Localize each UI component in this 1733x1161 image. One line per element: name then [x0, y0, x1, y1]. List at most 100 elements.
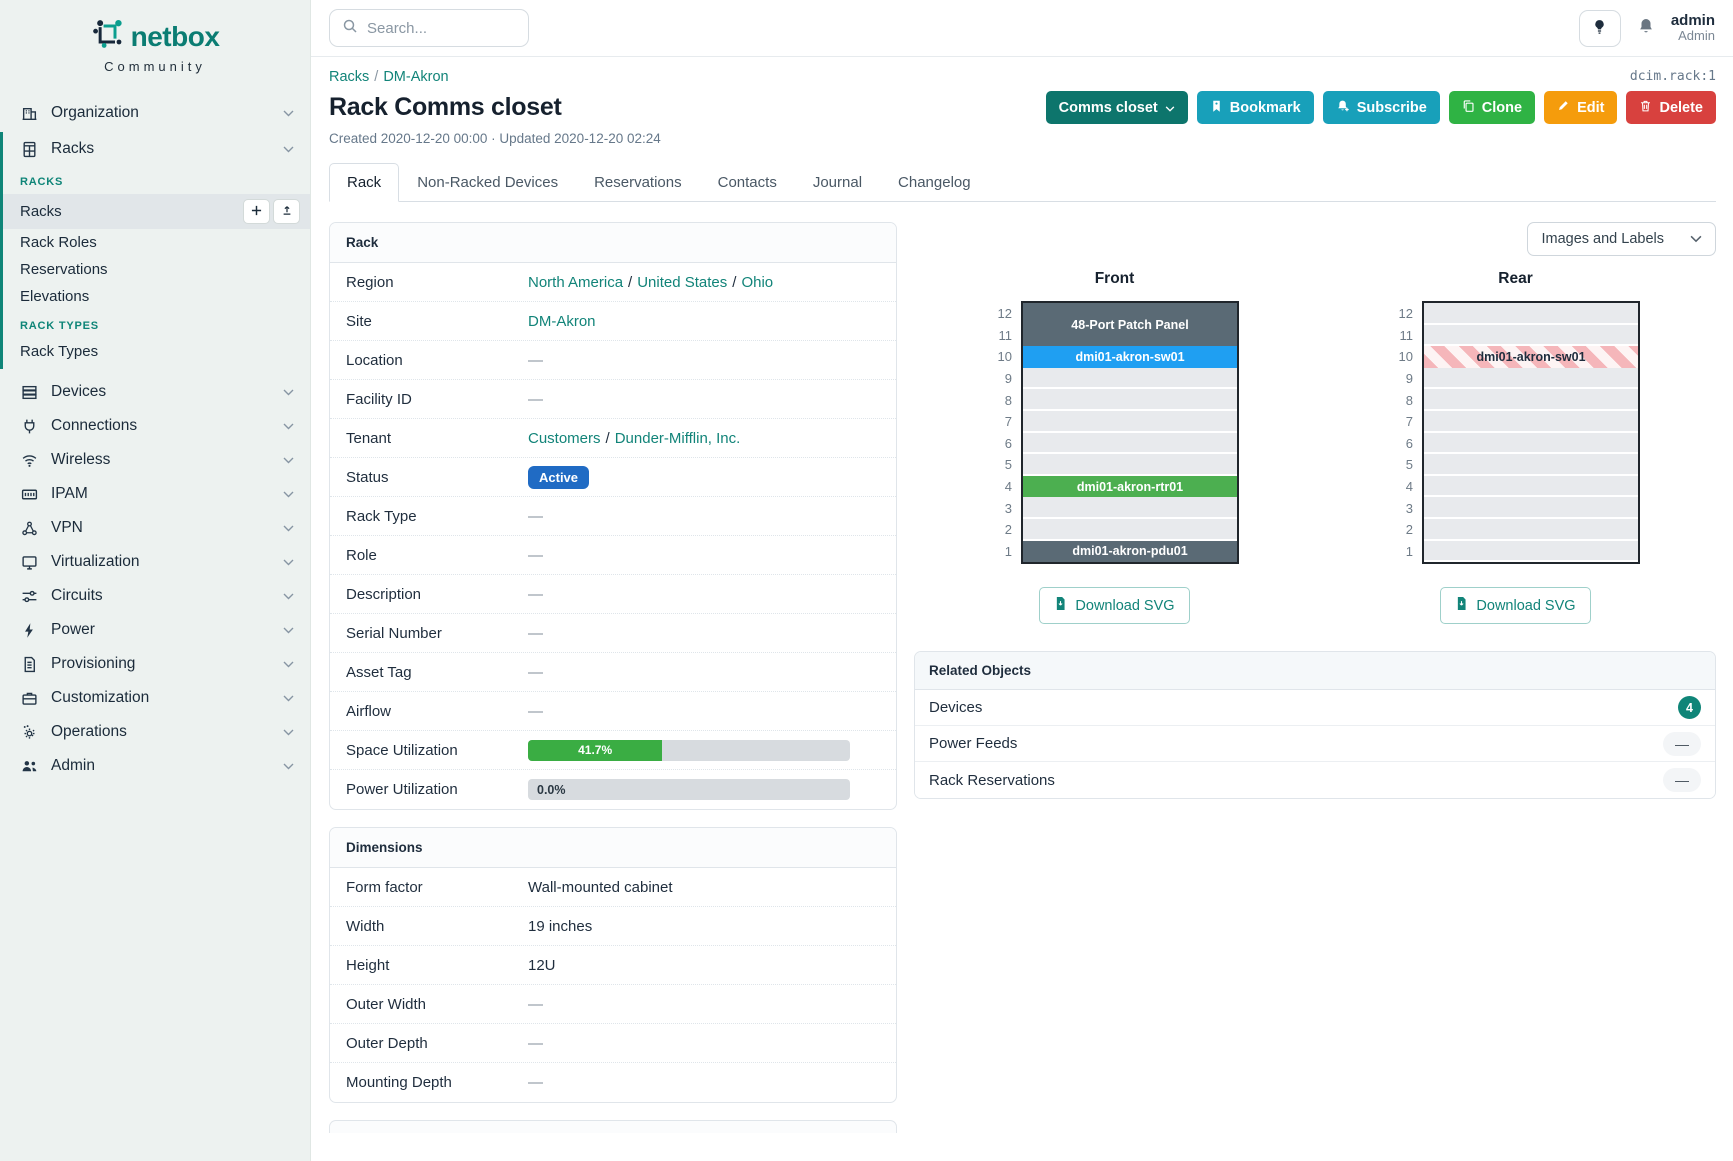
count-badge[interactable]: 4 [1678, 696, 1701, 719]
wifi-icon [20, 452, 38, 469]
rack-device[interactable]: dmi01-akron-rtr01 [1023, 476, 1237, 498]
related-objects-panel: Related Objects Devices 4 Power Feeds — … [914, 651, 1716, 799]
empty-rack-slot[interactable] [1023, 433, 1237, 455]
panel-title: Related Objects [915, 652, 1715, 690]
rear-elevation: Rear 121110987654321 dmi01-akron-sw01 Do… [1391, 270, 1640, 624]
edit-button[interactable]: Edit [1544, 91, 1617, 124]
related-row-power-feeds[interactable]: Power Feeds — [915, 726, 1715, 762]
tab-rack[interactable]: Rack [329, 163, 399, 202]
empty-rack-slot[interactable] [1424, 541, 1638, 563]
tab-contacts[interactable]: Contacts [700, 163, 795, 202]
chevron-down-icon [283, 763, 294, 770]
file-download-icon [1054, 596, 1067, 615]
sidebar-item-rack-roles[interactable]: Rack Roles [3, 229, 310, 256]
search-box[interactable] [329, 9, 529, 47]
brand-logo[interactable]: netbox Community [0, 0, 310, 80]
bookmark-button[interactable]: Bookmark [1197, 91, 1314, 124]
import-racks-button[interactable] [273, 199, 300, 224]
plug-icon [20, 418, 38, 435]
copy-icon [1462, 99, 1475, 117]
tab-bar: Rack Non-Racked Devices Reservations Con… [329, 162, 1716, 202]
sidebar-item-devices[interactable]: Devices [0, 375, 310, 409]
page-content: Racks/DM-Akron dcim.rack:1 Rack Comms cl… [311, 57, 1733, 1161]
front-elevation: Front 121110987654321 48-Port Patch Pane… [990, 270, 1239, 624]
chevron-down-icon [1690, 231, 1702, 247]
delete-button[interactable]: Delete [1626, 91, 1716, 124]
empty-rack-slot[interactable] [1023, 389, 1237, 411]
rack-device[interactable]: 48-Port Patch Panel [1023, 303, 1237, 346]
empty-rack-slot[interactable] [1424, 411, 1638, 433]
region-link[interactable]: Ohio [741, 274, 773, 291]
sidebar-item-reservations[interactable]: Reservations [3, 256, 310, 283]
empty-rack-slot[interactable] [1023, 519, 1237, 541]
context-dropdown-button[interactable]: Comms closet [1046, 91, 1188, 124]
chevron-down-icon [283, 593, 294, 600]
tenant-link[interactable]: Dunder-Mifflin, Inc. [615, 430, 741, 447]
rack-device[interactable]: dmi01-akron-sw01 [1424, 346, 1638, 368]
rack-device[interactable]: dmi01-akron-pdu01 [1023, 541, 1237, 563]
add-rack-button[interactable] [243, 199, 270, 224]
tab-reservations[interactable]: Reservations [576, 163, 700, 202]
chevron-down-icon [1165, 100, 1175, 116]
theme-toggle-button[interactable] [1579, 10, 1621, 47]
tab-journal[interactable]: Journal [795, 163, 880, 202]
tenant-group-link[interactable]: Customers [528, 430, 601, 447]
sidebar-item-organization[interactable]: Organization [0, 96, 310, 130]
empty-rack-slot[interactable] [1424, 303, 1638, 325]
unit-number: 12 [990, 303, 1012, 325]
sidebar-item-circuits[interactable]: Circuits [0, 579, 310, 613]
empty-rack-slot[interactable] [1023, 497, 1237, 519]
site-link[interactable]: DM-Akron [528, 313, 596, 330]
empty-rack-slot[interactable] [1023, 411, 1237, 433]
notifications-button[interactable] [1637, 17, 1655, 40]
tab-changelog[interactable]: Changelog [880, 163, 989, 202]
region-link[interactable]: North America [528, 274, 623, 291]
sidebar-item-ipam[interactable]: IPAM [0, 477, 310, 511]
download-svg-front-button[interactable]: Download SVG [1039, 587, 1189, 624]
region-link[interactable]: United States [637, 274, 727, 291]
rack-device[interactable]: dmi01-akron-sw01 [1023, 346, 1237, 368]
sidebar: netbox Community Organization [0, 0, 311, 1161]
user-menu[interactable]: admin Admin [1671, 12, 1715, 44]
unit-numbers: 121110987654321 [1391, 301, 1413, 564]
empty-rack-slot[interactable] [1424, 389, 1638, 411]
empty-rack-slot[interactable] [1424, 476, 1638, 498]
sidebar-item-admin[interactable]: Admin [0, 749, 310, 783]
sidebar-item-power[interactable]: Power [0, 613, 310, 647]
breadcrumb-site[interactable]: DM-Akron [383, 69, 448, 85]
clone-button[interactable]: Clone [1449, 91, 1535, 124]
user-role: Admin [1671, 29, 1715, 44]
sidebar-item-wireless[interactable]: Wireless [0, 443, 310, 477]
empty-rack-slot[interactable] [1424, 454, 1638, 476]
empty-rack-slot[interactable] [1424, 519, 1638, 541]
related-row-devices[interactable]: Devices 4 [915, 690, 1715, 726]
breadcrumb-racks[interactable]: Racks [329, 69, 369, 85]
sidebar-item-rack-types[interactable]: Rack Types [3, 338, 310, 365]
empty-rack-slot[interactable] [1424, 433, 1638, 455]
empty-rack-slot[interactable] [1023, 368, 1237, 390]
empty-rack-slot[interactable] [1424, 368, 1638, 390]
subscribe-button[interactable]: Subscribe [1323, 91, 1440, 124]
empty-rack-slot[interactable] [1023, 454, 1237, 476]
sidebar-item-provisioning[interactable]: Provisioning [0, 647, 310, 681]
sidebar-item-connections[interactable]: Connections [0, 409, 310, 443]
sidebar-item-customization[interactable]: Customization [0, 681, 310, 715]
download-svg-rear-button[interactable]: Download SVG [1440, 587, 1590, 624]
sidebar-item-operations[interactable]: Operations [0, 715, 310, 749]
elevation-display-select[interactable]: Images and Labels [1527, 222, 1716, 256]
section-header-rack-types: RACK TYPES [3, 310, 310, 338]
empty-rack-slot[interactable] [1424, 325, 1638, 347]
empty-rack-slot[interactable] [1424, 497, 1638, 519]
sidebar-item-elevations[interactable]: Elevations [3, 283, 310, 310]
related-row-rack-reservations[interactable]: Rack Reservations — [915, 762, 1715, 798]
search-input[interactable] [367, 20, 497, 37]
field-row-outer-depth: Outer Depth — [330, 1024, 896, 1063]
sidebar-item-racks[interactable]: Racks [3, 132, 310, 166]
tab-non-racked-devices[interactable]: Non-Racked Devices [399, 163, 576, 202]
brand-subtitle: Community [10, 59, 300, 74]
field-row-description: Description — [330, 575, 896, 614]
created-updated-meta: Created 2020-12-20 00:00 · Updated 2020-… [329, 131, 1716, 146]
sidebar-item-racks-list[interactable]: Racks [3, 194, 310, 229]
sidebar-item-vpn[interactable]: VPN [0, 511, 310, 545]
sidebar-item-virtualization[interactable]: Virtualization [0, 545, 310, 579]
